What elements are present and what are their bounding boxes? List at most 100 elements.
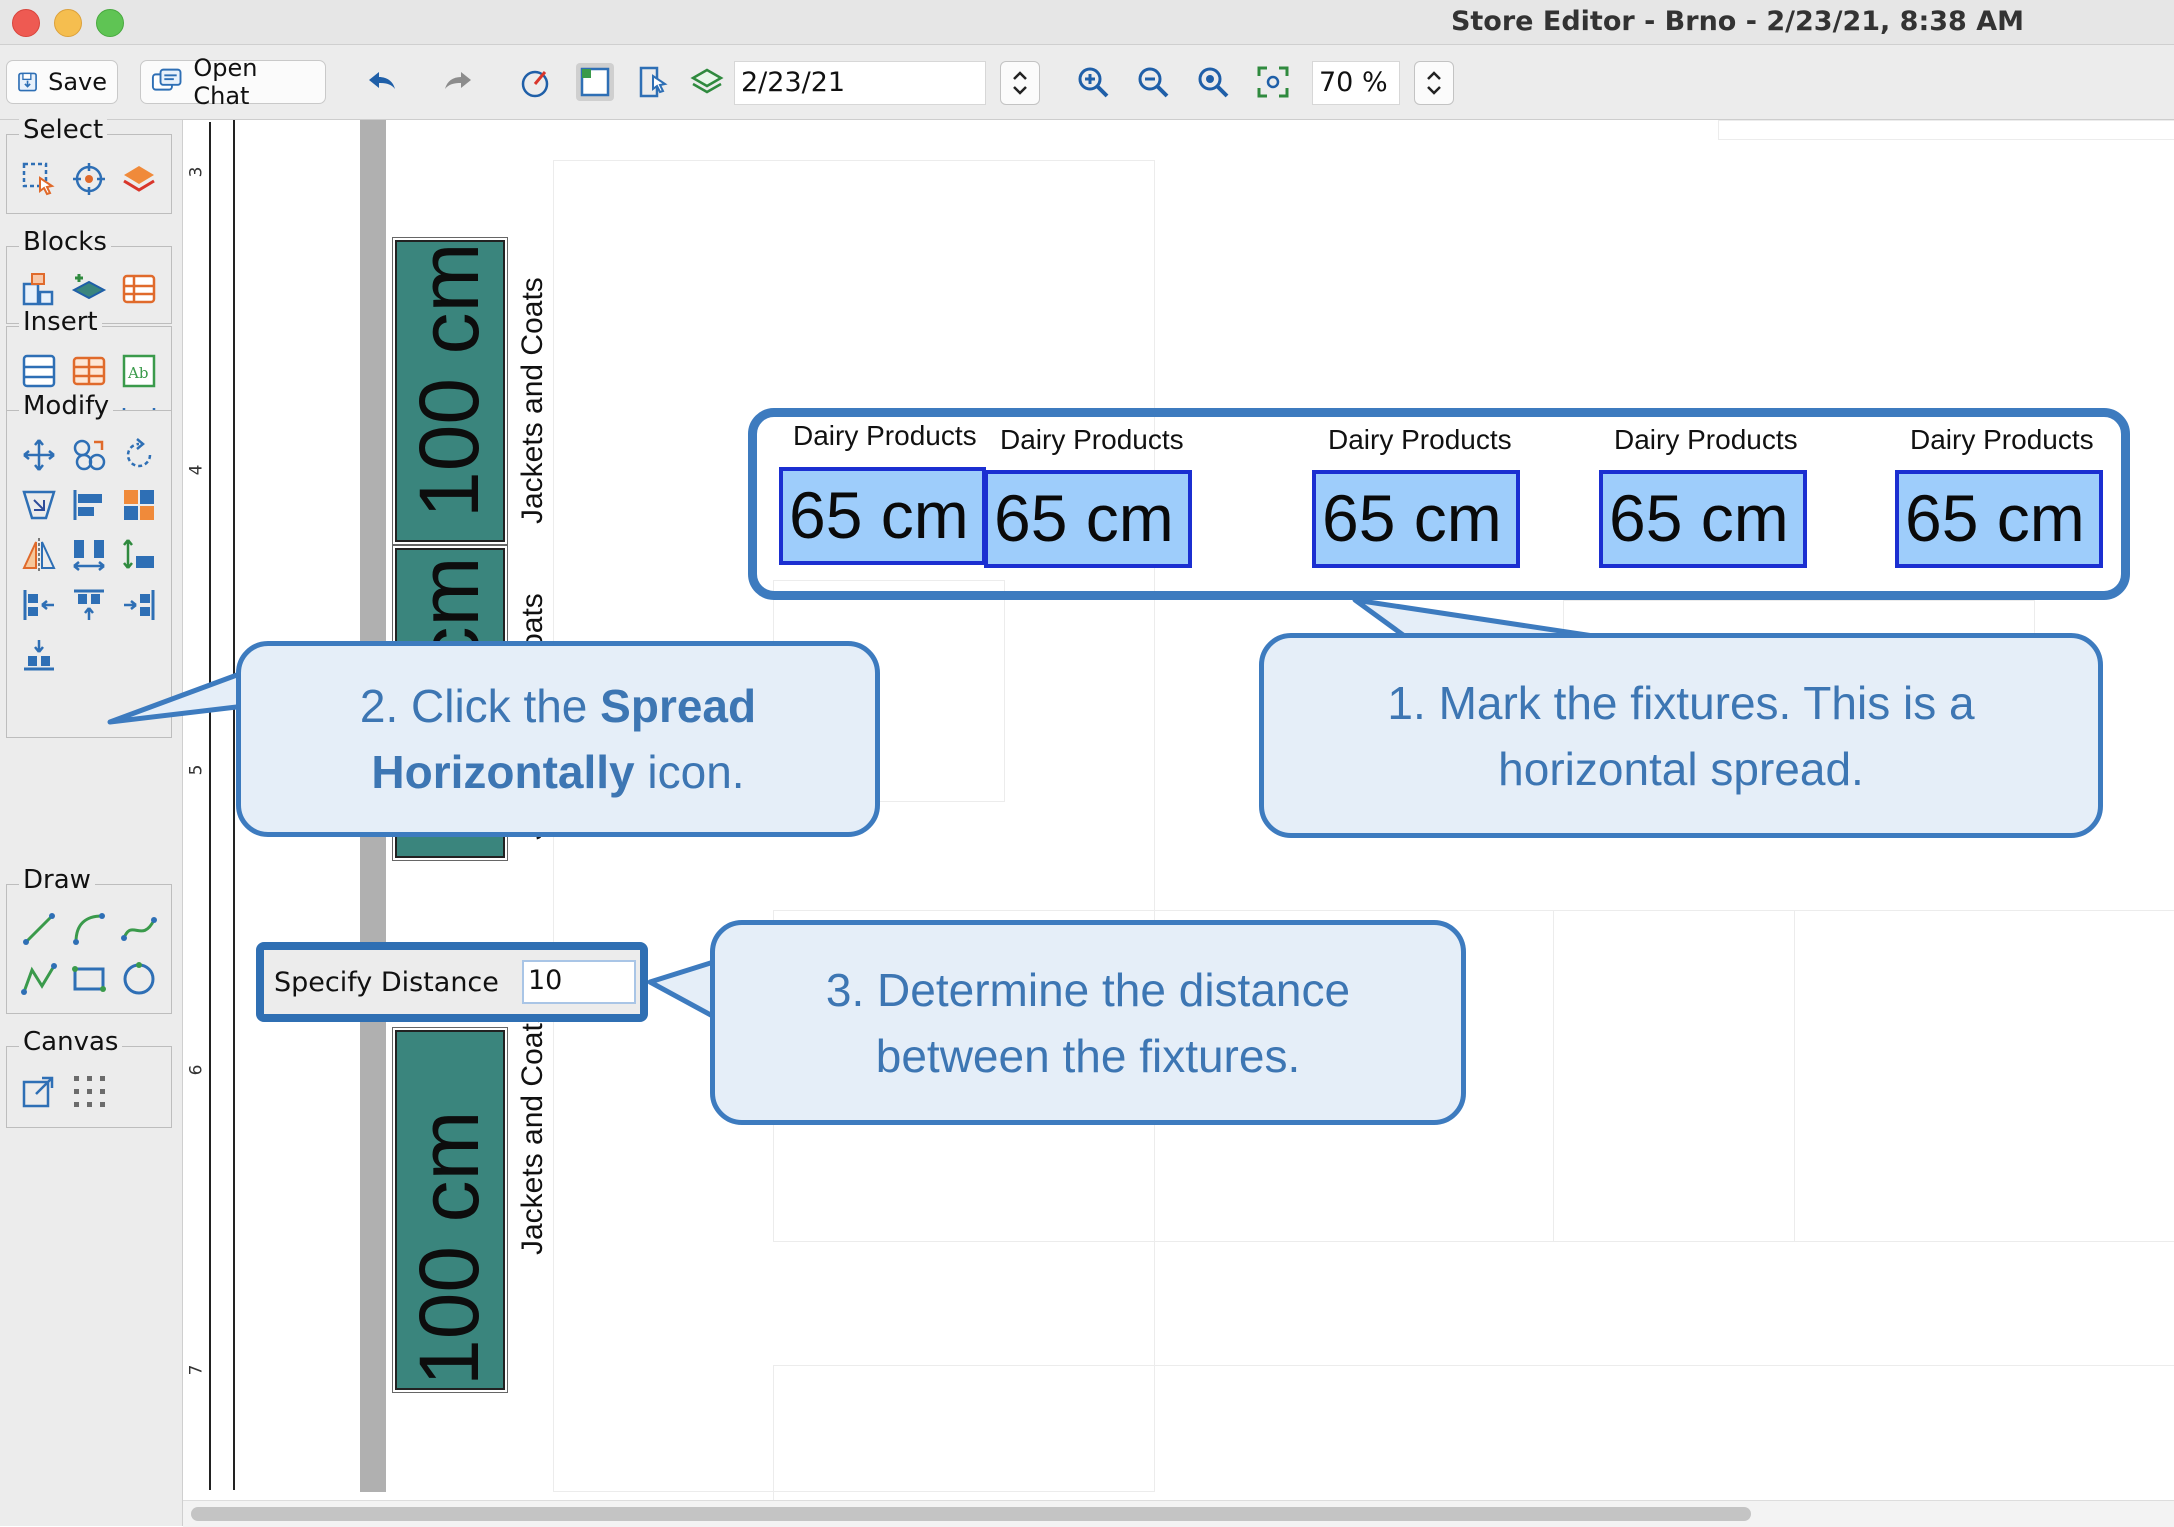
fullscreen-icon [1257,66,1289,98]
block-group-icon [22,273,54,306]
spread-horizontally-tool[interactable] [69,535,109,575]
copy-circles-icon [73,439,106,471]
block-list-icon [122,274,156,304]
spread-vertically-icon [123,539,154,569]
redo-button[interactable] [440,63,478,101]
frame-icon [580,67,610,97]
dairy-fixture[interactable]: 65 cm [779,467,986,565]
modify-group-label: Modify [19,391,114,421]
grid-tiles-icon [124,490,154,520]
dairy-fixture[interactable]: 65 cm [1895,470,2103,568]
save-button[interactable]: Save [6,60,118,104]
callout-step-2-suffix: icon. [634,746,745,798]
canvas-group: Canvas [6,1027,172,1128]
select-frame-button[interactable] [636,63,674,101]
circle-icon [123,962,155,995]
horizontal-scrollbar[interactable] [183,1500,2174,1527]
jackets-fixture[interactable]: 100 cm [392,1027,508,1393]
dairy-fixture[interactable]: 65 cm [1599,470,1807,568]
fixture-size-label: 65 cm [1322,481,1502,555]
pull-right-icon [124,590,155,620]
draw-group-label: Draw [19,865,95,895]
zoom-stepper[interactable] [1414,61,1454,105]
specify-distance-input[interactable]: 10 [522,960,636,1004]
align-left-tool[interactable] [69,485,109,525]
callout-step-2: 2. Click the Spread Horizontally icon. [236,641,880,837]
frame-toggle-button[interactable] [576,63,614,101]
move-tool[interactable] [19,435,59,475]
block-add-icon [71,274,107,300]
dairy-fixture[interactable]: 65 cm [1312,470,1520,568]
pull-top-tool[interactable] [69,585,109,625]
pull-right-tool[interactable] [119,585,159,625]
block-list-tool[interactable] [119,269,159,309]
zoom-fit-button[interactable] [1194,63,1232,101]
window-close-button[interactable] [12,9,40,37]
select-area-tool[interactable] [19,159,59,199]
draw-polyline-tool[interactable] [19,959,59,999]
callout-step-2-bold-spread: Spread [600,680,757,732]
layers-button[interactable] [688,63,726,101]
gondola-icon [72,356,106,386]
measure-button[interactable] [516,63,554,101]
tool-palette: Select Blocks Insert Ab Modify Draw Canv… [0,115,183,1526]
copy-tool[interactable] [69,435,109,475]
ruler-tick-label: 5 [186,764,207,776]
zoom-out-button[interactable] [1134,63,1172,101]
protractor-icon [521,70,549,98]
zoom-in-button[interactable] [1074,63,1112,101]
insert-text-tool[interactable]: Ab [119,351,159,391]
draw-rectangle-tool[interactable] [69,959,109,999]
pull-bottom-tool[interactable] [19,635,59,675]
draw-line-tool[interactable] [19,909,59,949]
arrange-grid-tool[interactable] [119,485,159,525]
zoom-level-field[interactable]: 70 % [1312,61,1400,105]
select-layer-tool[interactable] [119,159,159,199]
mirror-tool[interactable] [19,535,59,575]
rotate-icon [126,438,152,468]
insert-shelf-tool[interactable] [19,351,59,391]
scale-tool[interactable] [19,485,59,525]
undo-button[interactable] [362,63,400,101]
draw-arc-tool[interactable] [69,909,109,949]
crosshair-icon [73,163,105,195]
spread-vertically-tool[interactable] [119,535,159,575]
date-stepper[interactable] [1000,61,1040,105]
open-chat-button[interactable]: Open Chat [140,54,326,110]
horizontal-scrollbar-thumb[interactable] [191,1507,1751,1521]
insert-gondola-tool[interactable] [69,351,109,391]
insert-group-label: Insert [19,307,102,337]
svg-text:Ab: Ab [127,364,148,382]
undo-icon [369,72,395,89]
pull-left-tool[interactable] [19,585,59,625]
canvas-group-label: Canvas [19,1027,123,1057]
canvas-grid-tool[interactable] [69,1071,109,1111]
jackets-fixture[interactable]: 100 cm [392,237,508,545]
specify-distance-panel: Specify Distance 10 [256,942,648,1022]
block-group-tool[interactable] [19,269,59,309]
fixture-size-label: 65 cm [1609,481,1789,555]
draw-circle-tool[interactable] [119,959,159,999]
scale-icon [22,490,56,520]
rotate-tool[interactable] [119,435,159,475]
blocks-group-label: Blocks [19,227,111,257]
zoom-extent-button[interactable] [1254,63,1292,101]
ruler-tick-label: 7 [186,1364,207,1376]
window-maximize-button[interactable] [96,9,124,37]
date-field[interactable]: 2/23/21 [734,61,986,105]
canvas-resize-tool[interactable] [19,1071,59,1111]
arc-icon [73,913,105,945]
select-point-tool[interactable] [69,159,109,199]
window-minimize-button[interactable] [54,9,82,37]
save-button-label: Save [48,68,107,96]
rectangle-icon [72,966,106,992]
fixture-size-label: 100 cm [402,242,496,518]
block-add-tool[interactable] [69,269,109,309]
canvas-resize-icon [22,1076,54,1108]
dairy-fixture[interactable]: 65 cm [984,470,1192,568]
text-icon: Ab [122,354,156,388]
zoom-fit-icon [1198,67,1229,98]
floor-grid-cell [1553,910,1795,1242]
modify-group: Modify [6,391,172,738]
draw-curve-tool[interactable] [119,909,159,949]
